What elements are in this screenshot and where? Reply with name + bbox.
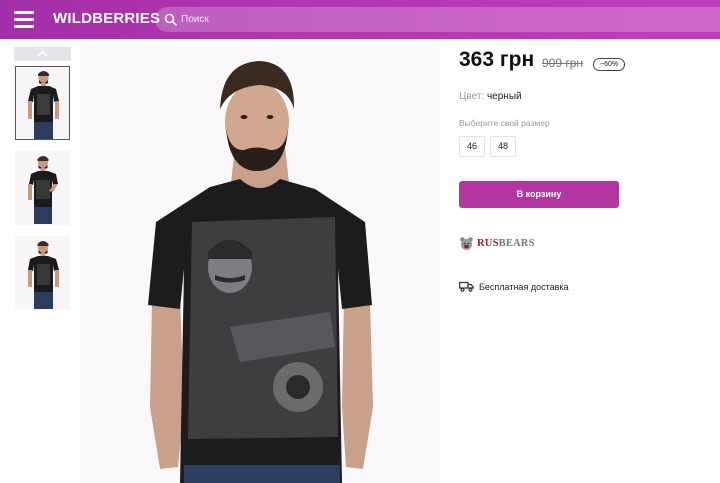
thumbnail-3[interactable] (15, 236, 70, 310)
truck-icon (459, 281, 474, 292)
header-bar: WILDBERRIES (0, 0, 720, 39)
color-info: Цвет: черный (459, 91, 522, 102)
site-logo[interactable]: WILDBERRIES (53, 10, 160, 27)
add-to-cart-button[interactable]: В корзину (459, 181, 619, 208)
old-price: 909 грн (542, 56, 584, 70)
free-delivery-info: Бесплатная доставка (459, 281, 569, 292)
search-icon[interactable] (164, 13, 177, 26)
brand-logo[interactable]: RUSBEARS (459, 235, 535, 251)
delivery-text: Бесплатная доставка (479, 281, 569, 292)
main-product-image[interactable] (80, 47, 440, 483)
brand-name-part-1: RUS (477, 237, 499, 249)
size-option-46[interactable]: 46 (459, 136, 485, 157)
bear-logo-icon (460, 236, 473, 250)
thumbnail-2[interactable] (15, 151, 70, 225)
model-tshirt-thumbnail-image (16, 152, 69, 224)
color-label: Цвет: (459, 91, 485, 102)
model-tshirt-thumbnail-image (16, 67, 69, 139)
search-bar[interactable] (155, 7, 720, 32)
thumbnail-1[interactable] (15, 66, 70, 140)
product-price: 363 грн (459, 48, 535, 71)
color-value: черный (486, 91, 522, 102)
size-option-48[interactable]: 48 (490, 136, 516, 157)
brand-name-part-2: BEARS (498, 237, 535, 249)
size-label: Выберите свой размер (459, 118, 550, 128)
chevron-up-icon (37, 50, 48, 57)
model-tshirt-photo (80, 47, 440, 483)
hamburger-menu-icon[interactable] (14, 11, 34, 28)
thumbnails-scroll-up-button[interactable] (14, 47, 71, 61)
model-tshirt-thumbnail-image (16, 237, 69, 309)
search-input[interactable] (181, 10, 681, 29)
discount-badge: −60% (593, 58, 626, 71)
